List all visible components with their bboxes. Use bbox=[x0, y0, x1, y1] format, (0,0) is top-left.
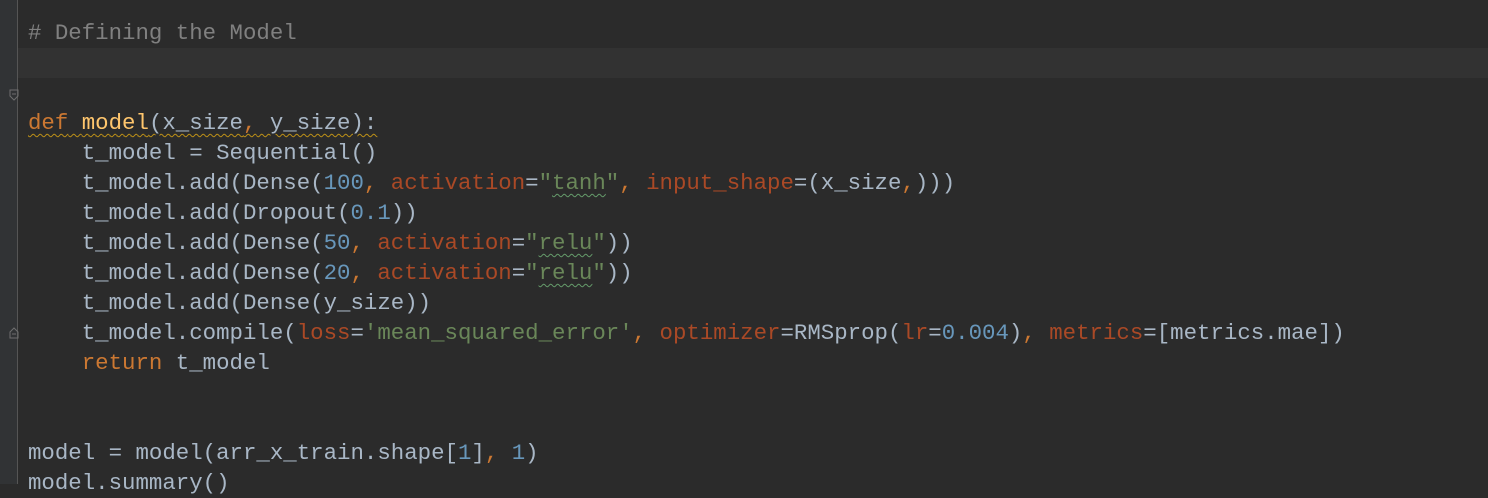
code-text: t_model.add(Dense( bbox=[28, 260, 324, 286]
code-line-10: t_model.add(Dense(y_size)) bbox=[28, 288, 1345, 318]
keyword-argument: activation bbox=[377, 230, 512, 256]
code-line-1: # Defining the Model bbox=[28, 18, 1345, 48]
equals: = bbox=[928, 320, 942, 346]
string-literal: 'mean_squared_error' bbox=[363, 320, 633, 346]
comma: , bbox=[1022, 320, 1050, 346]
quote: " bbox=[592, 230, 606, 256]
fold-open-icon[interactable] bbox=[9, 89, 19, 101]
code-line-15: model = model(arr_x_train.shape[1], 1) bbox=[28, 438, 1345, 468]
code-text: t_model bbox=[162, 350, 270, 376]
code-text: t_model.add(Dense( bbox=[28, 230, 324, 256]
function-name: model bbox=[81, 110, 149, 136]
code-text: ) bbox=[525, 440, 539, 466]
code-line-6: t_model.add(Dense(100, activation="tanh"… bbox=[28, 168, 1345, 198]
code-line-5: t_model = Sequential() bbox=[28, 138, 1345, 168]
code-text: model.summary() bbox=[28, 470, 230, 496]
code-text: )) bbox=[605, 230, 633, 256]
keyword-return: return bbox=[81, 350, 163, 376]
string-literal: tanh bbox=[552, 170, 606, 196]
params-start: (x_size bbox=[148, 110, 243, 136]
quote: " bbox=[592, 260, 606, 286]
keyword-argument: lr bbox=[901, 320, 929, 346]
code-line-9: t_model.add(Dense(20, activation="relu")… bbox=[28, 258, 1345, 288]
quote: " bbox=[605, 170, 620, 196]
code-text: =RMSprop( bbox=[780, 320, 902, 346]
code-line-16: model.summary() bbox=[28, 468, 1345, 498]
equals: = bbox=[511, 260, 526, 286]
keyword-argument: activation bbox=[390, 170, 526, 196]
def-signature: def model(x_size, y_size): bbox=[28, 110, 377, 136]
string-literal: relu bbox=[538, 260, 593, 286]
code-text: =[metrics.mae]) bbox=[1143, 320, 1345, 346]
number-literal: 0.004 bbox=[941, 320, 1009, 346]
number-literal: 0.1 bbox=[350, 200, 391, 226]
code-text: ))) bbox=[914, 170, 956, 196]
code-line-12: return t_model bbox=[28, 348, 1345, 378]
code-text: =(x_size bbox=[793, 170, 902, 196]
comma: , bbox=[632, 320, 660, 346]
quote: " bbox=[538, 170, 553, 196]
code-text: t_model.compile( bbox=[28, 320, 297, 346]
code-line-4: def model(x_size, y_size): bbox=[28, 108, 1345, 138]
comma: , bbox=[243, 110, 257, 136]
string-literal: relu bbox=[538, 230, 593, 256]
params-end: y_size): bbox=[256, 110, 378, 136]
equals: = bbox=[525, 170, 539, 196]
keyword-argument: activation bbox=[377, 260, 512, 286]
keyword-argument: optimizer bbox=[659, 320, 781, 346]
number-literal: 50 bbox=[323, 230, 351, 256]
comma: , bbox=[363, 170, 391, 196]
code-text: t_model.add(Dense( bbox=[28, 170, 324, 196]
quote: " bbox=[525, 230, 539, 256]
quote: " bbox=[525, 260, 539, 286]
code-text: t_model.add(Dropout( bbox=[28, 200, 351, 226]
code-text: model = model(arr_x_train.shape[ bbox=[28, 440, 458, 466]
code-content[interactable]: # Defining the Model def model(x_size, y_… bbox=[28, 18, 1345, 498]
number-literal: 20 bbox=[323, 260, 351, 286]
code-line-8: t_model.add(Dense(50, activation="relu")… bbox=[28, 228, 1345, 258]
comma: , bbox=[350, 230, 378, 256]
comma: , bbox=[619, 170, 647, 196]
code-text: )) bbox=[605, 260, 633, 286]
code-editor[interactable]: # Defining the Model def model(x_size, y_… bbox=[0, 0, 1488, 496]
fold-close-icon[interactable] bbox=[9, 327, 19, 339]
number-literal: 1 bbox=[457, 440, 472, 466]
code-line-7: t_model.add(Dropout(0.1)) bbox=[28, 198, 1345, 228]
code-text: t_model.add(Dense(y_size)) bbox=[28, 290, 432, 316]
code-line-11: t_model.compile(loss='mean_squared_error… bbox=[28, 318, 1345, 348]
editor-gutter bbox=[0, 0, 17, 484]
code-text: ) bbox=[1008, 320, 1023, 346]
equals: = bbox=[511, 230, 526, 256]
comma: , bbox=[901, 170, 915, 196]
number-literal: 100 bbox=[323, 170, 364, 196]
code-text: t_model = Sequential() bbox=[28, 140, 378, 166]
code-text: ] bbox=[471, 440, 485, 466]
comma: , bbox=[484, 440, 512, 466]
comment: # Defining the Model bbox=[28, 20, 297, 46]
number-literal: 1 bbox=[511, 440, 526, 466]
keyword-argument: input_shape bbox=[646, 170, 794, 196]
keyword-argument: metrics bbox=[1049, 320, 1144, 346]
equals: = bbox=[350, 320, 364, 346]
keyword-argument: loss bbox=[296, 320, 351, 346]
comma: , bbox=[350, 260, 378, 286]
keyword-def: def bbox=[28, 110, 69, 136]
code-text: )) bbox=[390, 200, 418, 226]
